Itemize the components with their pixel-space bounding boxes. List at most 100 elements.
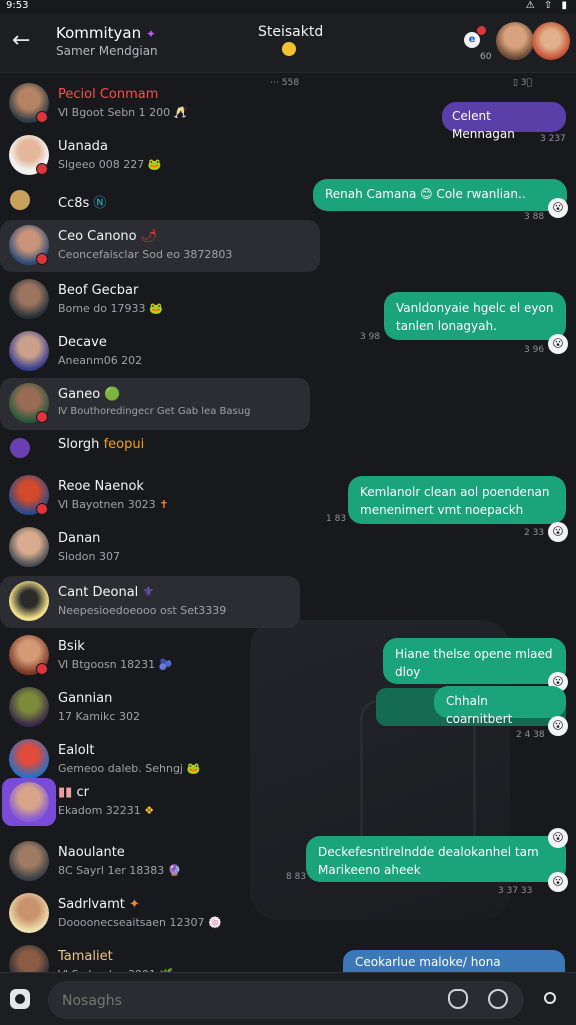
contact-item[interactable]: Cant Deonal ⚜ Neepesioedoeooo ost Set333… — [0, 576, 300, 628]
avatar — [9, 581, 49, 621]
preview-text: Doooonecseaitsaen 12307 — [58, 916, 205, 929]
clock-icon[interactable] — [488, 989, 508, 1009]
contact-item[interactable]: Bsik Ⅵ Btgoosn 18231 🫐 — [0, 630, 320, 682]
message-bubble[interactable]: Kemlanolr clean aol poendenan menenimert… — [348, 476, 566, 524]
header-avatar-2[interactable] — [532, 22, 570, 60]
header-avatar-1[interactable] — [496, 22, 534, 60]
contact-item-selected[interactable]: ▮▮ cr Ekadom 32231 ❖ — [0, 776, 320, 832]
contact-name: Danan — [58, 531, 101, 546]
message-bubble[interactable]: Deckefesntlrelndde dealokanhel tam Marik… — [306, 836, 566, 882]
contact-item[interactable]: Naoulante 8C Sayrl 1er 18383 🔮 — [0, 836, 320, 888]
avatar — [9, 279, 49, 319]
avatar — [10, 438, 30, 458]
status-time: 9:53 — [6, 0, 29, 11]
reaction-icon[interactable]: 😮 — [548, 522, 568, 542]
preview-emoji: 🔮 — [167, 864, 182, 877]
message-time: 3 88 — [524, 212, 545, 222]
contact-item[interactable]: Reoe Naenok Ⅵ Bayotnen 3023 ✝ — [0, 470, 320, 522]
avatar — [9, 331, 49, 371]
message-side-time: 8 83 — [286, 872, 307, 882]
contact-name: Cant Deonal ⚜ — [58, 585, 154, 600]
contact-name: Decave — [58, 335, 107, 350]
heart-icon[interactable] — [448, 989, 468, 1009]
reaction-icon[interactable]: 😮 — [548, 716, 568, 736]
contact-item[interactable]: Danan Slodon 307 — [0, 522, 320, 574]
contact-item[interactable]: Uanada Slgeeo 008 227 🐸 — [0, 130, 320, 182]
send-icon[interactable] — [540, 989, 560, 1009]
avatar — [9, 893, 49, 933]
contact-item[interactable]: Cc8s Ⓝ — [0, 182, 320, 218]
contact-name-text: Ganeo — [58, 387, 101, 402]
message-time: 3 237 — [540, 134, 566, 144]
reaction-icon[interactable]: 😮 — [548, 872, 568, 892]
reaction-icon[interactable]: 😮 — [548, 334, 568, 354]
contact-name: Peciol Conmam — [58, 87, 159, 102]
contact-preview: Slgeeo 008 227 🐸 — [58, 158, 161, 171]
message-time: 2 33 — [524, 528, 545, 538]
back-arrow-icon[interactable]: ← — [12, 28, 30, 53]
avatar — [9, 687, 49, 727]
contact-item[interactable]: Beof Gecbar Bome do 17933 🐸 — [0, 274, 320, 326]
contact-item[interactable]: Decave Aneanm06 202 — [0, 326, 320, 378]
message-side-time: 1 83 — [326, 514, 347, 524]
preview-text: Ⅵ Bayotnen 3023 — [58, 498, 156, 511]
message-bubble[interactable]: Chhaln coarnitbert — [434, 686, 566, 726]
message-bubble[interactable]: Celent Mennagan — [442, 102, 566, 141]
contact-item[interactable]: Peciol Conmam Ⅵ Bgoot Sebn 1 200 🥂 — [0, 78, 320, 130]
contact-item[interactable]: Gannian 17 Kamikc 302 — [0, 682, 320, 734]
avatar — [9, 527, 49, 567]
reaction-icon[interactable]: 😮 — [548, 198, 568, 218]
message-side-time: 3 98 — [360, 332, 381, 342]
contact-preview: Neepesioedoeooo ost Set3339 — [58, 604, 227, 617]
contact-item[interactable]: Slorgh feopui — [0, 432, 320, 468]
contact-item[interactable]: Ganeo 🟢 Ⅳ Bouthoredingecr Get Gab lea Ba… — [0, 378, 310, 430]
contact-preview: Ekadom 32231 ❖ — [58, 804, 154, 817]
contact-preview: Bome do 17933 🐸 — [58, 302, 163, 315]
preview-emoji: ❖ — [144, 804, 155, 817]
reaction-icon[interactable]: 😮 — [548, 828, 568, 848]
list-meta-icons: ▯ 3⃞ — [513, 78, 532, 88]
center-title: Steisaktd — [258, 24, 324, 40]
notification-dot — [477, 26, 486, 35]
spark-icon: ✦ — [129, 897, 140, 912]
contact-name: Gannian — [58, 691, 113, 706]
status-icons: ⚠ ⇧ ▮ — [525, 0, 570, 11]
notification-icon[interactable]: e — [464, 32, 480, 48]
contact-preview: Ceoncefaisclar Sod eo 3872803 — [58, 248, 233, 261]
preview-emoji: 🐸 — [148, 302, 163, 315]
contact-preview: 8C Sayrl 1er 18383 🔮 — [58, 864, 181, 877]
message-time: 3 96 — [524, 345, 545, 355]
chat-header: ← Kommityan ✦ Samer Mendgian Steisaktd e… — [0, 14, 576, 73]
unread-dot — [36, 163, 48, 175]
unread-dot — [36, 663, 48, 675]
message-time: 2 4 38 — [516, 730, 545, 740]
status-icon: Ⓝ — [93, 196, 107, 211]
message-bubble[interactable]: Hiane thelse opene mlaed dloy — [383, 638, 566, 684]
message-bubble[interactable]: Ceokarlue maloke/ hona — [343, 950, 565, 974]
contact-name: Ganeo 🟢 — [58, 387, 121, 402]
status-bar: 9:53 ⚠ ⇧ ▮ — [0, 0, 576, 12]
badge-icon: ⚜ — [142, 585, 155, 600]
preview-text: 8C Sayrl 1er 18383 — [58, 864, 165, 877]
contact-name-text: Cc8s — [58, 196, 90, 211]
unread-dot — [36, 253, 48, 265]
avatar — [9, 739, 49, 779]
contact-name: Bsik — [58, 639, 85, 654]
camera-icon[interactable] — [10, 989, 30, 1009]
smiley-icon — [282, 42, 296, 56]
avatar — [9, 782, 49, 822]
contact-name-text: Cant Deonal — [58, 585, 139, 600]
contact-name: Slorgh feopui — [58, 437, 144, 452]
contact-preview: Ⅵ Bgoot Sebn 1 200 🥂 — [58, 106, 187, 119]
avatar — [10, 190, 30, 210]
contact-preview: Ⅵ Bayotnen 3023 ✝ — [58, 498, 168, 511]
contact-name: Ealolt — [58, 743, 95, 758]
cross-icon: ✝ — [159, 498, 169, 511]
contact-item[interactable]: Ceo Canono 🌶 Ceoncefaisclar Sod eo 38728… — [0, 220, 320, 272]
contact-preview: Ⅳ Bouthoredingecr Get Gab lea Basug — [58, 406, 251, 417]
contact-item[interactable]: Sadrlvamt ✦ Doooonecseaitsaen 12307 🍥 — [0, 888, 320, 940]
message-bubble[interactable]: Vanldonyaie hgelc el eyon tanlen lonagya… — [384, 292, 566, 340]
message-bubble[interactable]: Renah Camana 😊 Cole rwanlian.. — [313, 179, 567, 211]
contact-name: Sadrlvamt ✦ — [58, 897, 140, 912]
message-input[interactable] — [60, 989, 424, 1013]
